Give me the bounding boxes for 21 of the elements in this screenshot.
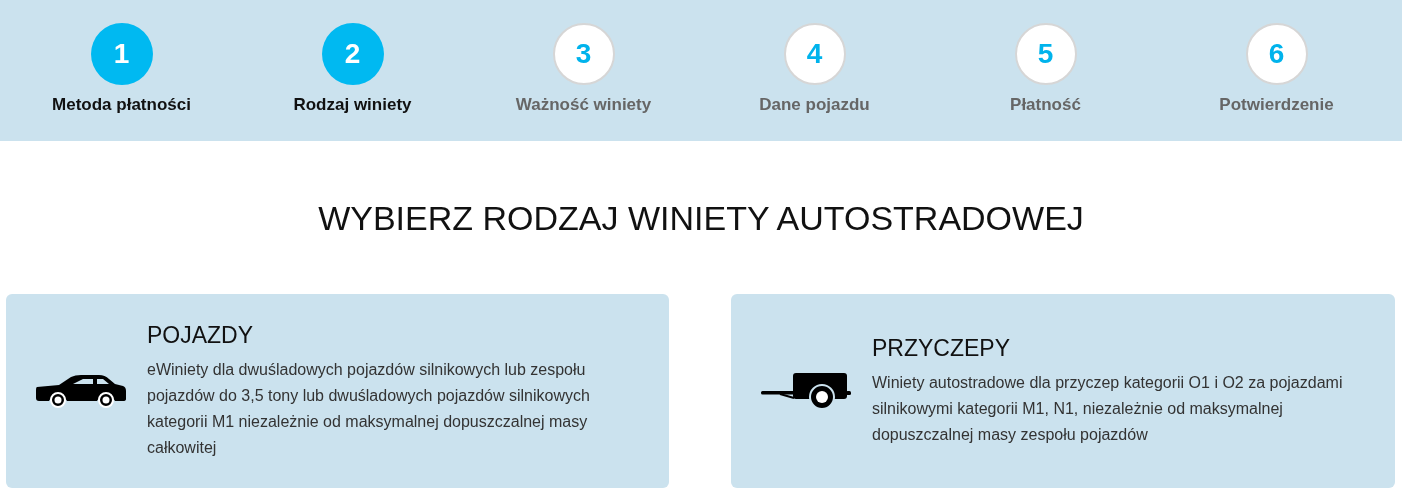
step-label: Dane pojazdu [759, 95, 870, 115]
step-label: Potwierdzenie [1219, 95, 1334, 115]
step-number: 3 [552, 23, 615, 85]
step-label: Metoda płatności [52, 95, 191, 115]
step-number: 5 [1014, 23, 1077, 85]
step-label: Rodzaj winiety [293, 95, 412, 115]
step-number: 2 [321, 23, 384, 85]
step-number: 6 [1245, 23, 1308, 85]
step-number: 4 [783, 23, 846, 85]
option-card[interactable]: PRZYCZEPY Winiety autostradowe dla przyczep kategorii O1 i O2 za pojazdami silnikowymi kategorii M1, N1, niezależnie od maksymalnej dopuszczalnej masy zespołu pojazdów [731, 294, 1395, 488]
car-icon [34, 373, 127, 409]
page-heading: WYBIERZ RODZAJ WINIETY AUTOSTRADOWEJ [317, 198, 1085, 239]
step-label: Ważność winiety [515, 95, 652, 115]
option-title: POJAZDY [147, 321, 255, 349]
option-description: eWiniety dla dwuśladowych pojazdów silnikowych lub zespołu pojazdów do 3,5 tony lub dwuśladowych pojazdów silnikowych kategorii M1 niezależnie od maksymalnej dopuszczalnej masy całkowitej [147, 359, 591, 458]
option-title: PRZYCZEPY [872, 334, 1012, 362]
step-number: 1 [90, 23, 153, 85]
option-card[interactable]: POJAZDY eWiniety dla dwuśladowych pojazdów silnikowych lub zespołu pojazdów do 3,5 tony lub dwuśladowych pojazdów silnikowych kategorii M1 niezależnie od maksymalnej dopuszczalnej masy całkowitej [6, 294, 669, 488]
trailer-icon [759, 372, 852, 410]
option-description: Winiety autostradowe dla przyczep kategorii O1 i O2 za pojazdami silnikowymi kategorii M1, N1, niezależnie od maksymalnej dopuszczalnej masy zespołu pojazdów [872, 372, 1344, 445]
step-label: Płatność [1010, 95, 1081, 115]
